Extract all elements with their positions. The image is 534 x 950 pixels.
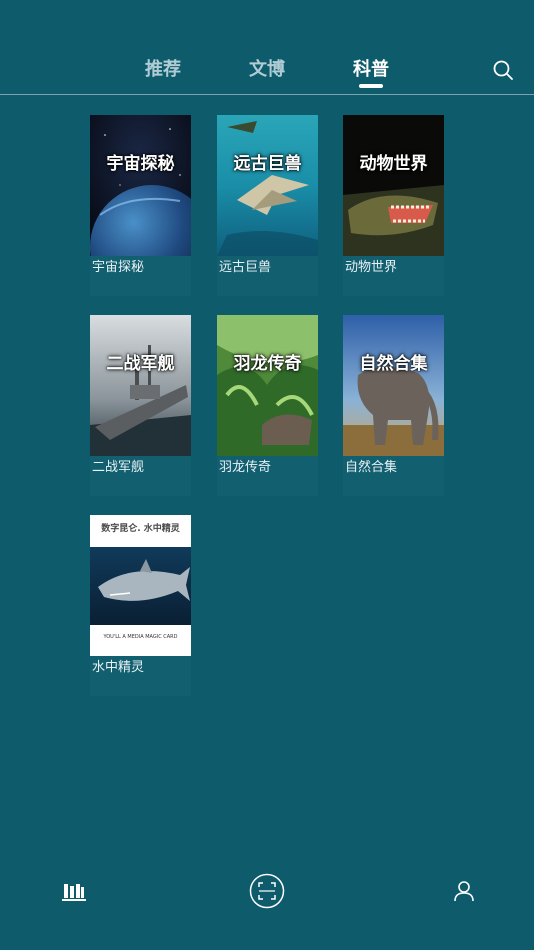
cover-title: 二战军舰	[106, 354, 175, 374]
cover-title: 动物世界	[359, 154, 428, 174]
card-cover-image: 动物世界	[343, 115, 444, 256]
card-label: 远古巨兽	[219, 260, 272, 275]
cover-title: 宇宙探秘	[106, 154, 175, 174]
card-nature-collection[interactable]: 自然合集 自然合集	[343, 315, 444, 496]
profile-icon	[454, 881, 474, 902]
cover-title: 羽龙传奇	[233, 354, 302, 374]
card-label: 宇宙探秘	[92, 260, 145, 275]
cover-title: 自然合集	[359, 354, 428, 374]
tab-museum[interactable]: 文博	[249, 58, 285, 84]
search-button[interactable]	[492, 59, 514, 81]
top-tab-bar: 推荐 文博 科普	[0, 0, 534, 95]
scan-icon	[249, 873, 285, 909]
card-cover-image: 羽龙传奇	[217, 315, 318, 456]
card-cover-image: 二战军舰	[90, 315, 191, 456]
cover-title: 数字昆仑. 水中精灵	[101, 524, 180, 534]
card-animal-world[interactable]: 动物世界 动物世界	[343, 115, 444, 296]
card-feathered-dragon[interactable]: 羽龙传奇 羽龙传奇	[217, 315, 318, 496]
card-cover-image: 远古巨兽	[217, 115, 318, 256]
card-label: 羽龙传奇	[219, 460, 272, 475]
card-cover-image: 宇宙探秘	[90, 115, 191, 256]
nav-library[interactable]	[62, 880, 86, 902]
card-ancient-beasts[interactable]: 远古巨兽 远古巨兽	[217, 115, 318, 296]
card-warships[interactable]: 二战军舰 二战军舰	[90, 315, 191, 496]
search-icon	[493, 60, 513, 80]
card-cover-image: 自然合集	[343, 315, 444, 456]
nav-scan[interactable]	[249, 873, 285, 909]
library-icon	[62, 884, 86, 901]
cover-subtitle: YOU'LL A MEDIA MAGIC CARD	[103, 634, 178, 640]
tab-recommend[interactable]: 推荐	[145, 58, 181, 84]
card-label: 动物世界	[345, 260, 398, 275]
active-tab-indicator	[359, 84, 383, 88]
tab-science[interactable]: 科普	[353, 58, 389, 84]
card-space[interactable]: 宇宙探秘 宇宙探秘	[90, 115, 191, 296]
card-water-spirits[interactable]: 数字昆仑. 水中精灵 YOU'LL A MEDIA MAGIC CARD 水中精…	[90, 515, 191, 696]
cover-title: 远古巨兽	[233, 154, 302, 174]
card-label: 水中精灵	[92, 660, 145, 675]
card-label: 二战军舰	[92, 460, 145, 475]
nav-profile[interactable]	[453, 880, 475, 902]
card-cover-image: 数字昆仑. 水中精灵 YOU'LL A MEDIA MAGIC CARD	[90, 515, 191, 656]
card-label: 自然合集	[345, 460, 398, 475]
